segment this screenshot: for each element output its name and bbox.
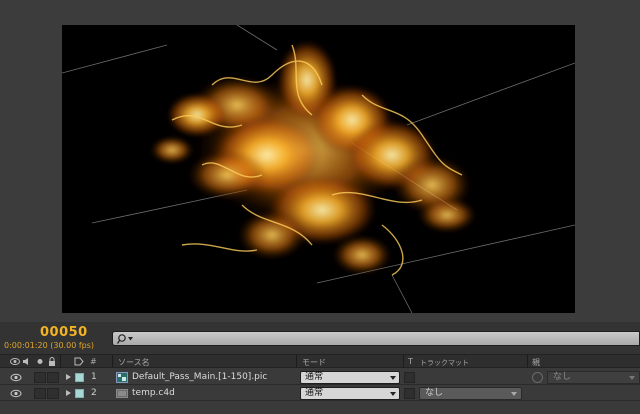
- expand-triangle-icon[interactable]: [66, 374, 71, 380]
- chevron-down-icon: [629, 376, 635, 380]
- layer-source-name[interactable]: Default_Pass_Main.[1-150].pic: [132, 372, 267, 382]
- layer-row[interactable]: 1 Default_Pass_Main.[1-150].pic 通常 なし: [0, 370, 640, 385]
- chevron-down-icon: [390, 376, 396, 380]
- blend-mode-dropdown[interactable]: 通常: [300, 371, 400, 384]
- blend-mode-value: 通常: [305, 372, 324, 382]
- track-matte-value: なし: [425, 388, 444, 398]
- eye-icon[interactable]: [10, 357, 20, 366]
- fire-render-image: [62, 25, 575, 313]
- label-color-swatch[interactable]: [75, 373, 84, 382]
- audio-speaker-icon[interactable]: [22, 357, 32, 366]
- parent-header[interactable]: 親: [532, 357, 540, 368]
- chevron-down-icon: [511, 392, 517, 396]
- footage-sequence-icon: [116, 372, 128, 383]
- composition-viewer: [0, 0, 640, 322]
- layer-column-header: # ソース名 モード T トラックマット 親: [0, 354, 640, 368]
- magnifier-dropdown-icon[interactable]: [117, 333, 135, 345]
- c4d-file-icon: [116, 389, 128, 398]
- eye-icon[interactable]: [10, 389, 22, 398]
- blend-mode-dropdown[interactable]: 通常: [300, 387, 400, 400]
- layer-row[interactable]: 2 temp.c4d 通常 なし: [0, 386, 640, 401]
- layer-search-input[interactable]: [112, 331, 640, 346]
- chevron-down-icon: [390, 392, 396, 396]
- parent-pickwhip-icon[interactable]: [532, 372, 543, 383]
- track-matte-header[interactable]: トラックマット: [420, 358, 469, 368]
- composition-frame[interactable]: [62, 25, 575, 313]
- label-tag-icon[interactable]: [74, 357, 84, 366]
- eye-icon[interactable]: [10, 373, 22, 382]
- solo-dot-icon[interactable]: [35, 357, 45, 366]
- preserve-transparency-checkbox[interactable]: [404, 388, 415, 399]
- current-frame[interactable]: 00050: [40, 325, 88, 340]
- blend-mode-value: 通常: [305, 388, 324, 398]
- layer-number: 2: [91, 388, 97, 398]
- layer-source-name[interactable]: temp.c4d: [132, 388, 175, 398]
- timeline-header: 00050 0:00:01:20 (30.00 fps): [0, 322, 640, 354]
- current-timecode: 0:00:01:20 (30.00 fps): [4, 341, 95, 350]
- mode-header[interactable]: モード: [302, 357, 326, 368]
- parent-dropdown[interactable]: なし: [547, 371, 640, 384]
- lock-toggle[interactable]: [47, 372, 59, 383]
- t-header: T: [408, 357, 413, 366]
- expand-triangle-icon[interactable]: [66, 390, 71, 396]
- parent-value: なし: [553, 372, 572, 382]
- lock-toggle[interactable]: [47, 388, 59, 399]
- source-name-header[interactable]: ソース名: [118, 357, 150, 368]
- fire-flames: [150, 40, 477, 275]
- label-color-swatch[interactable]: [75, 389, 84, 398]
- solo-toggle[interactable]: [34, 388, 46, 399]
- lock-icon[interactable]: [47, 357, 57, 366]
- solo-toggle[interactable]: [34, 372, 46, 383]
- layer-number: 1: [91, 372, 97, 382]
- layer-number-header: #: [90, 357, 97, 366]
- track-matte-dropdown[interactable]: なし: [419, 387, 522, 400]
- preserve-transparency-checkbox[interactable]: [404, 372, 415, 383]
